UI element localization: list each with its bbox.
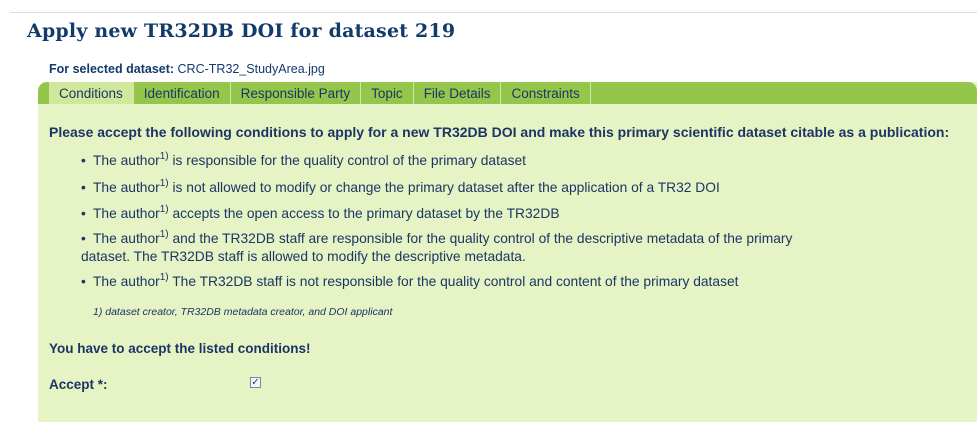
selected-dataset-value: CRC-TR32_StudyArea.jpg	[177, 62, 325, 76]
bullet: •	[81, 274, 86, 289]
condition-text: accepts the open access to the primary d…	[172, 206, 560, 221]
selected-dataset: For selected dataset: CRC-TR32_StudyArea…	[49, 62, 325, 76]
conditions-intro: Please accept the following conditions t…	[49, 124, 950, 140]
condition-item: • The author1) and the TR32DB staff are r…	[81, 229, 793, 247]
author-word: The author	[93, 231, 160, 246]
footnote: 1) dataset creator, TR32DB metadata crea…	[93, 306, 393, 318]
condition-text: The TR32DB staff is not responsible for …	[172, 274, 739, 289]
footnote-ref: 1)	[159, 151, 169, 162]
condition-item: • The author1) is responsible for the qua…	[81, 151, 527, 169]
condition-continuation: dataset. The TR32DB staff is allowed to …	[81, 249, 526, 264]
tab-constraints[interactable]: Constraints	[501, 82, 591, 104]
footnote-ref: 1)	[159, 178, 169, 189]
bullet: •	[81, 206, 86, 221]
condition-text: is not allowed to modify or change the p…	[172, 180, 720, 195]
condition-item: • The author1) The TR32DB staff is not re…	[81, 272, 739, 290]
tab-responsible-party[interactable]: Responsible Party	[231, 82, 362, 104]
bullet: •	[81, 153, 86, 168]
condition-item: • The author1) accepts the open access to…	[81, 204, 560, 222]
condition-text: is responsible for the quality control o…	[172, 153, 527, 168]
author-word: The author	[93, 274, 160, 289]
footnote-ref: 1)	[159, 272, 169, 283]
author-word: The author	[93, 206, 160, 221]
tab-identification[interactable]: Identification	[134, 82, 231, 104]
tabs: Conditions Identification Responsible Pa…	[49, 82, 591, 104]
must-accept-notice: You have to accept the listed conditions…	[49, 341, 311, 356]
page-title: Apply new TR32DB DOI for dataset 219	[27, 20, 456, 42]
bullet: •	[81, 231, 86, 246]
tab-conditions[interactable]: Conditions	[49, 82, 134, 104]
author-word: The author	[93, 153, 160, 168]
bullet: •	[81, 180, 86, 195]
tab-topic[interactable]: Topic	[361, 82, 414, 104]
top-divider	[10, 12, 977, 13]
accept-label: Accept *:	[49, 377, 108, 392]
accept-checkbox[interactable]: ✓	[250, 377, 261, 388]
author-word: The author	[93, 180, 160, 195]
tab-file-details[interactable]: File Details	[414, 82, 502, 104]
footnote-ref: 1)	[159, 204, 169, 215]
condition-text: and the TR32DB staff are responsible for…	[172, 231, 793, 246]
condition-item: • The author1) is not allowed to modify o…	[81, 178, 720, 196]
selected-dataset-label: For selected dataset:	[49, 62, 175, 76]
footnote-ref: 1)	[159, 229, 169, 240]
